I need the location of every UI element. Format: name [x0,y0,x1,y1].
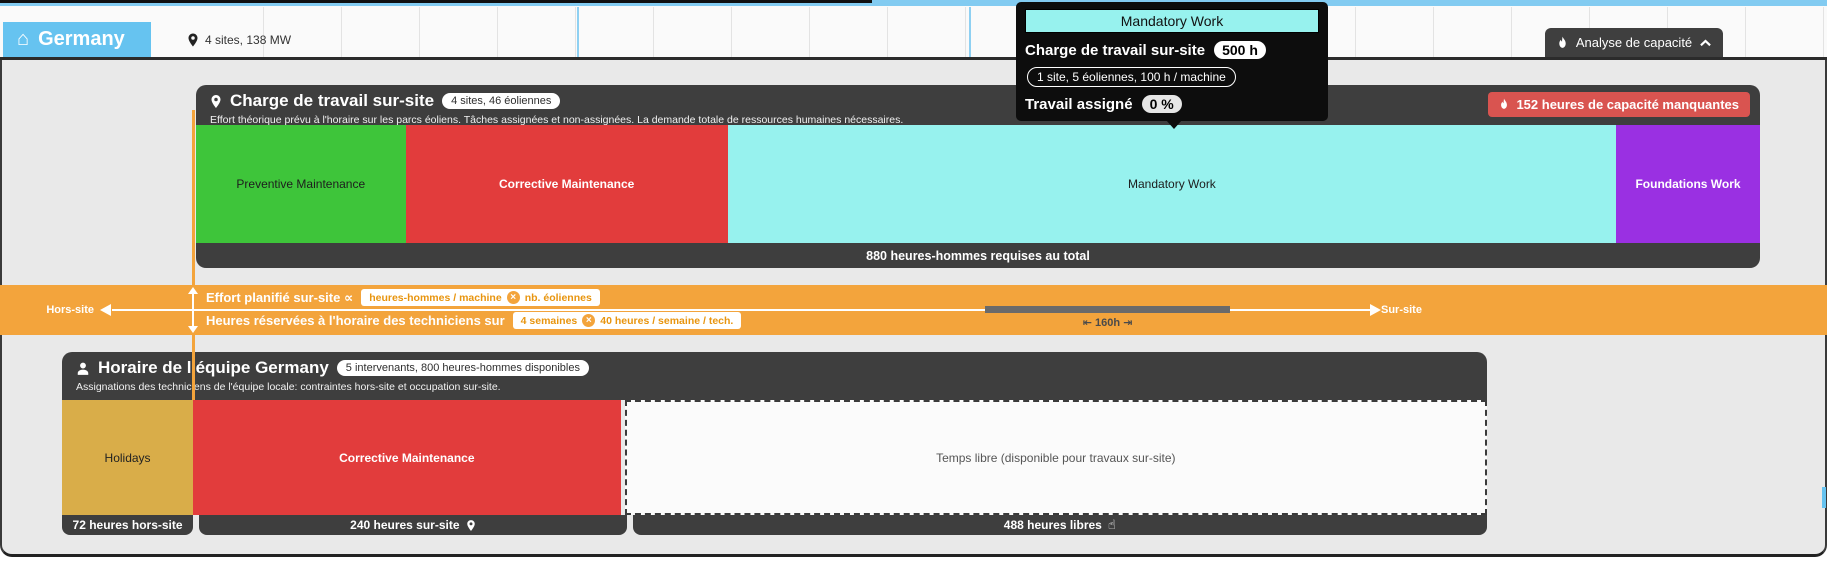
tooltip-title: Mandatory Work [1025,9,1319,33]
team-segment-free-time[interactable]: Temps libre (disponible pour travaux sur… [625,400,1487,515]
formula-part: 40 heures / semaine / tech. [600,315,733,327]
team-segment-holidays[interactable]: Holidays [62,400,193,515]
workload-segment-mandatory[interactable]: Mandatory Work [728,125,1616,243]
formula-part: 4 semaines [521,315,578,327]
map-pin-icon [210,94,222,109]
mandatory-work-tooltip: Mandatory Work Charge de travail sur-sit… [1016,2,1328,121]
team-panel: Horaire de l'équipe Germany 5 intervenan… [62,352,1487,535]
tooltip-workload-label: Charge de travail sur-site [1025,42,1205,59]
flow-band: Hors-site Sur-site Effort planifié sur-s… [0,285,1827,335]
tooltip-arrow [1166,120,1182,129]
formula-part: heures-hommes / machine [369,292,501,304]
workload-panel-header: Charge de travail sur-site 4 sites, 46 é… [196,85,1760,125]
segment-label: Corrective Maintenance [339,451,474,465]
capacity-button-label: Analyse de capacité [1576,35,1692,50]
segment-label: Holidays [105,451,151,465]
workload-total-bar: 880 heures-hommes requises au total [196,243,1760,268]
range-160h-segment [985,306,1230,313]
scrollbar-fragment [1822,487,1826,508]
person-icon [76,361,90,376]
tooltip-assigned-value: 0 % [1142,95,1182,113]
flame-icon [1557,36,1568,50]
sites-summary-label: 4 sites, 138 MW [205,33,291,47]
multiply-icon: × [507,291,520,304]
region-title: Germany [38,28,125,51]
footer-label: 72 heures hors-site [73,518,183,532]
arrow-left-icon [100,304,111,316]
hours-formula-pill: 4 semaines × 40 heures / semaine / tech. [513,312,742,329]
onsite-label: Sur-site [1381,304,1422,316]
segment-label: Foundations Work [1635,177,1740,191]
effort-formula-pill: heures-hommes / machine × nb. éoliennes [361,289,600,306]
formula-part: nb. éoliennes [525,292,592,304]
workload-bar: Preventive Maintenance Corrective Mainte… [196,125,1760,243]
team-panel-badge: 5 intervenants, 800 heures-hommes dispon… [337,360,589,376]
offsite-label: Hors-site [0,304,94,316]
effort-label: Effort planifié sur-site ∝ [206,290,353,306]
footer-onsite-hours: 240 heures sur-site [199,515,627,535]
hand-pointer-icon: ☝ [1108,517,1116,533]
timeline-marker [577,7,579,57]
arrow-right-icon [1370,304,1381,316]
vertical-double-arrow [192,292,194,328]
arrow-down-icon [188,326,198,333]
workload-total-label: 880 heures-hommes requises au total [866,249,1090,263]
segment-label: Mandatory Work [1128,177,1216,191]
tooltip-assigned-label: Travail assigné [1025,96,1133,113]
team-footer-bars: 72 heures hors-site 240 heures sur-site … [62,515,1487,535]
team-panel-title: Horaire de l'équipe Germany [98,358,329,378]
capacity-analysis-button[interactable]: Analyse de capacité [1545,28,1723,57]
segment-label: Preventive Maintenance [236,177,365,191]
hours-formula-row: Heures réservées à l'horaire des technic… [206,312,741,329]
workload-segment-preventive[interactable]: Preventive Maintenance [196,125,406,243]
region-tab-germany[interactable]: ⌂ Germany [3,22,151,57]
workload-segment-corrective[interactable]: Corrective Maintenance [406,125,728,243]
missing-capacity-label: 152 heures de capacité manquantes [1516,97,1739,112]
flame-icon [1499,98,1509,111]
footer-label: 488 heures libres [1004,518,1102,532]
tooltip-workload-value: 500 h [1214,41,1266,59]
sites-summary: 4 sites, 138 MW [187,22,291,57]
hours-label: Heures réservées à l'horaire des technic… [206,313,505,328]
chevron-up-icon [1700,39,1711,47]
workload-panel-badge: 4 sites, 46 éoliennes [442,93,560,109]
segment-label: Corrective Maintenance [499,177,634,191]
range-160h-label: ⇤ 160h ⇥ [985,316,1230,329]
home-icon: ⌂ [17,28,29,51]
team-panel-header: Horaire de l'équipe Germany 5 intervenan… [62,352,1487,400]
segment-label: Temps libre (disponible pour travaux sur… [936,451,1175,465]
footer-offsite-hours: 72 heures hors-site [62,515,193,535]
missing-capacity-badge: 152 heures de capacité manquantes [1488,92,1750,117]
arrow-up-icon [188,287,198,294]
map-pin-icon [466,519,476,532]
team-panel-subtitle: Assignations des techniciens de l'équipe… [76,381,1473,393]
multiply-icon: × [582,314,595,327]
top-scroll-line [0,0,872,3]
capacity-analysis-screen: ⌂ Germany 4 sites, 138 MW Analyse de cap… [0,0,1827,565]
flow-connector-bottom [192,335,195,400]
flow-connector-top [192,110,195,285]
footer-free-hours: 488 heures libres ☝ [633,515,1487,535]
footer-label: 240 heures sur-site [350,518,459,532]
team-bar: Holidays Corrective Maintenance Temps li… [62,400,1487,515]
effort-formula-row: Effort planifié sur-site ∝ heures-hommes… [206,289,600,306]
workload-panel-title: Charge de travail sur-site [230,91,434,111]
timeline-marker [969,7,971,57]
team-segment-corrective[interactable]: Corrective Maintenance [193,400,621,515]
tooltip-detail-pill: 1 site, 5 éoliennes, 100 h / machine [1027,67,1236,87]
workload-panel: Charge de travail sur-site 4 sites, 46 é… [196,85,1760,268]
map-pin-icon [187,33,199,47]
workload-segment-foundations[interactable]: Foundations Work [1616,125,1760,243]
